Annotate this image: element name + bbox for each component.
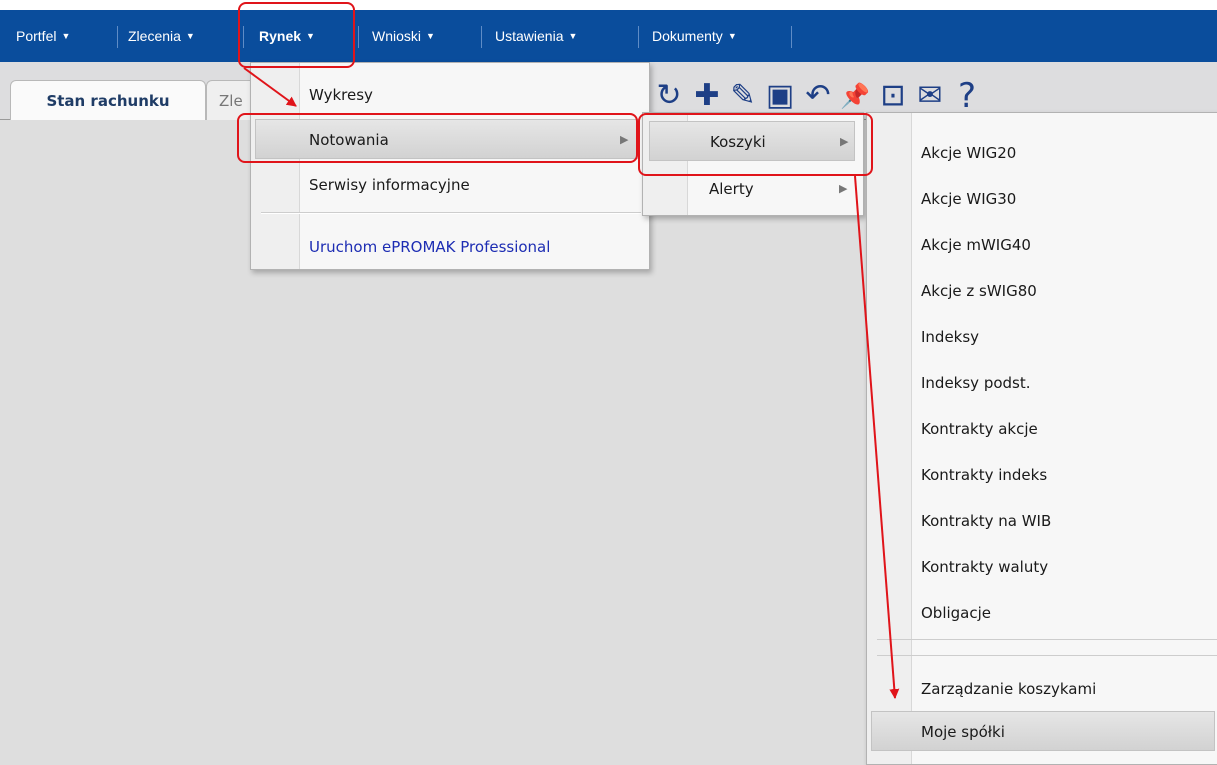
- annotation-arrow: [854, 175, 900, 699]
- annotation-arrows: [243, 67, 900, 699]
- annotation-arrow: [243, 67, 297, 107]
